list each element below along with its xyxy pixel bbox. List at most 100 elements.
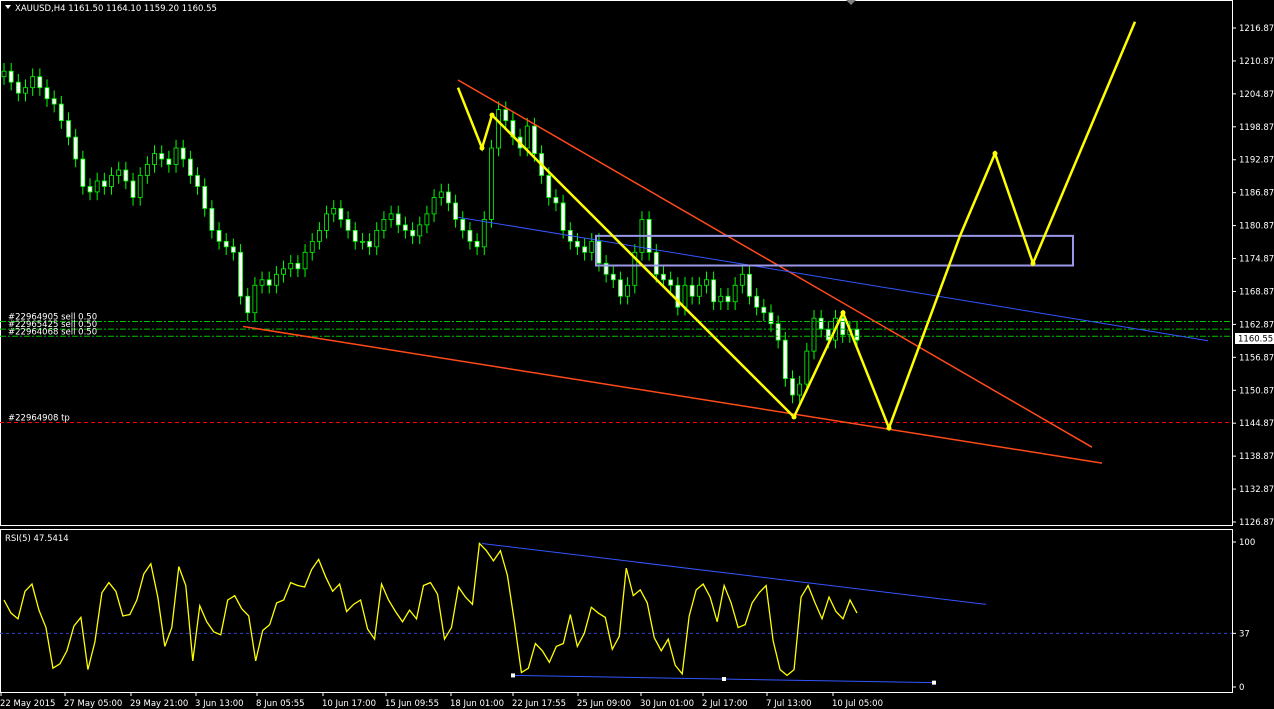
candle-body — [653, 251, 659, 275]
candle-body — [295, 262, 301, 270]
candle-body — [94, 180, 100, 193]
price-tick-label: 1138.87 — [1239, 452, 1274, 462]
price-chart-canvas[interactable]: XAUUSD,H4 1161.50 1164.10 1159.20 1160.5… — [0, 0, 1274, 709]
rsi-upper-trendline — [481, 542, 987, 605]
candle-body — [682, 284, 688, 308]
candle-body — [144, 164, 150, 176]
time-tick-label: 22 May 2015 — [0, 699, 55, 709]
candle-body — [109, 175, 114, 187]
candle-body — [725, 295, 731, 303]
candle-body — [453, 202, 458, 220]
lower-trendline — [242, 325, 1103, 464]
time-tick-label: 30 Jun 01:00 — [640, 699, 694, 709]
candle-body — [582, 246, 588, 253]
candle-body — [137, 175, 143, 198]
candle-body — [8, 70, 14, 83]
chart-shift-marker-icon[interactable] — [846, 0, 856, 5]
candle-body — [37, 76, 43, 89]
candle-body — [259, 279, 265, 286]
candle-body — [840, 317, 846, 336]
candle-body — [1, 70, 7, 78]
candle-body — [51, 98, 57, 105]
candle-body — [58, 103, 64, 121]
candle-body — [747, 273, 752, 297]
candle-body — [30, 76, 36, 89]
candle-body — [209, 208, 215, 231]
candle-body — [560, 202, 566, 231]
candle-body — [818, 317, 824, 330]
candle-body — [101, 180, 107, 187]
candle-body — [754, 295, 760, 308]
price-tick-label: 1156.87 — [1239, 353, 1274, 363]
trade-level-label: #22964908 tp — [8, 413, 70, 423]
candle-body — [575, 240, 580, 248]
candle-body — [195, 175, 200, 187]
candle-body — [696, 284, 702, 297]
drawn-objects — [242, 21, 1209, 464]
rsi-tick-label: 37 — [1239, 629, 1250, 639]
candle-body — [230, 246, 236, 253]
candle-body — [711, 279, 717, 303]
forecast-arrow-head — [489, 112, 495, 118]
forecast-arrow-head — [1030, 260, 1036, 266]
candle-body — [610, 273, 616, 281]
rsi-series: 100 37 0 — [0, 538, 1255, 693]
time-axis: 22 May 2015 27 May 05:00 29 May 21:00 3 Jun… — [0, 692, 883, 709]
candle-body — [309, 240, 315, 253]
time-tick-label: 3 Jun 13:00 — [195, 699, 244, 709]
candle-body — [252, 284, 258, 314]
candle-body — [403, 224, 408, 231]
candle-body — [187, 158, 193, 176]
price-tick-label: 1180.87 — [1239, 222, 1274, 232]
candle-body — [460, 218, 466, 231]
candle-body — [266, 279, 272, 286]
candle-body — [761, 306, 767, 314]
trendline-anchor — [722, 677, 726, 682]
candle-body — [245, 295, 251, 314]
price-tick-label: 1168.87 — [1239, 287, 1274, 297]
candle-body — [87, 186, 93, 193]
symbol-header: XAUUSD,H4 1161.50 1164.10 1159.20 1160.5… — [15, 4, 217, 14]
candle-body — [345, 218, 351, 231]
candle-body — [381, 218, 387, 231]
forecast-arrow-head — [791, 414, 797, 420]
candle-body — [417, 224, 423, 237]
price-tick-label: 1162.87 — [1239, 320, 1274, 330]
candle-body — [166, 158, 172, 165]
candle-body — [532, 125, 537, 154]
candle-body — [123, 169, 129, 182]
symbol-dropdown-icon[interactable] — [5, 5, 11, 9]
price-tick-label: 1204.87 — [1239, 90, 1274, 100]
candle-body — [446, 191, 451, 204]
price-tick-label: 1144.87 — [1239, 419, 1274, 429]
candle-body — [202, 186, 208, 209]
time-tick-label: 15 Jun 09:55 — [385, 699, 439, 709]
candle-body — [689, 284, 695, 297]
time-tick-label: 8 Jun 05:55 — [256, 699, 305, 709]
candle-body — [159, 153, 165, 160]
candle-body — [739, 273, 745, 286]
price-tick-label: 1126.87 — [1239, 518, 1274, 528]
candle-body — [302, 251, 308, 270]
trade-levels: #22964905 sell 0.50#22965425 sell 0.50#2… — [0, 312, 1232, 423]
time-tick-label: 22 Jun 17:55 — [512, 699, 566, 709]
resistance-zone-box — [595, 234, 1074, 267]
price-tick-label: 1150.87 — [1239, 386, 1274, 396]
candle-body — [15, 81, 21, 94]
candle-body — [374, 229, 380, 248]
candle-body — [503, 109, 509, 121]
candle-body — [23, 87, 28, 94]
candle-body — [367, 240, 372, 248]
time-tick-label: 29 May 21:00 — [130, 699, 188, 709]
candle-body — [216, 229, 222, 242]
candle-body — [625, 284, 631, 297]
candle-body — [668, 279, 674, 286]
price-tick-label: 1132.87 — [1239, 485, 1274, 495]
candle-body — [553, 197, 559, 204]
candle-body — [324, 213, 329, 231]
price-tick-label: 1192.87 — [1239, 156, 1274, 166]
candle-body — [790, 378, 795, 396]
candle-body — [130, 180, 136, 198]
trendline-anchor — [932, 680, 936, 685]
candle-body — [80, 158, 86, 187]
